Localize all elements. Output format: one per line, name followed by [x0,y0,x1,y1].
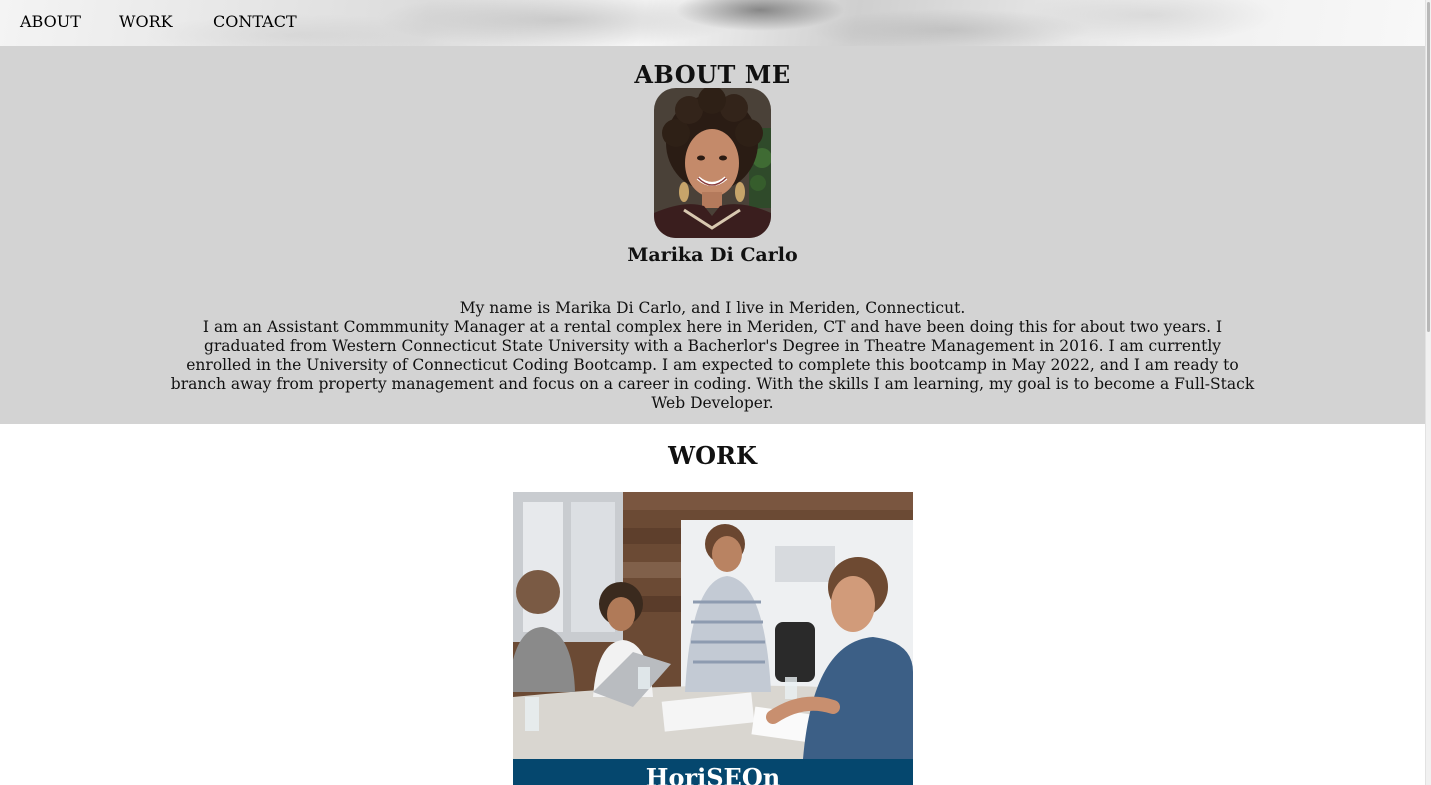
nav-link-work[interactable]: WORK [119,12,173,31]
top-nav: ABOUT WORK CONTACT [0,0,1425,46]
bio-line-intro: My name is Marika Di Carlo, and I live i… [459,299,966,317]
work-heading: WORK [668,441,757,470]
profile-photo [654,88,771,238]
project-title: HoriSEOn [513,759,913,785]
nav-link-contact[interactable]: CONTACT [213,12,297,31]
project-card[interactable]: HoriSEOn [513,492,913,785]
person-name: Marika Di Carlo [627,244,798,266]
bio-text: My name is Marika Di Carlo, and I live i… [170,299,1255,413]
scrollbar-thumb[interactable] [1427,2,1430,332]
about-section: ABOUT ME Marika Di Carlo My name is Mari… [0,46,1425,424]
nav-link-about[interactable]: ABOUT [20,12,81,31]
project-image [513,492,913,759]
about-heading: ABOUT ME [634,60,791,89]
bio-line-details: I am an Assistant Commmunity Manager at … [170,318,1255,412]
portfolio-page: ABOUT WORK CONTACT ABOUT ME Marika Di Ca… [0,0,1425,785]
